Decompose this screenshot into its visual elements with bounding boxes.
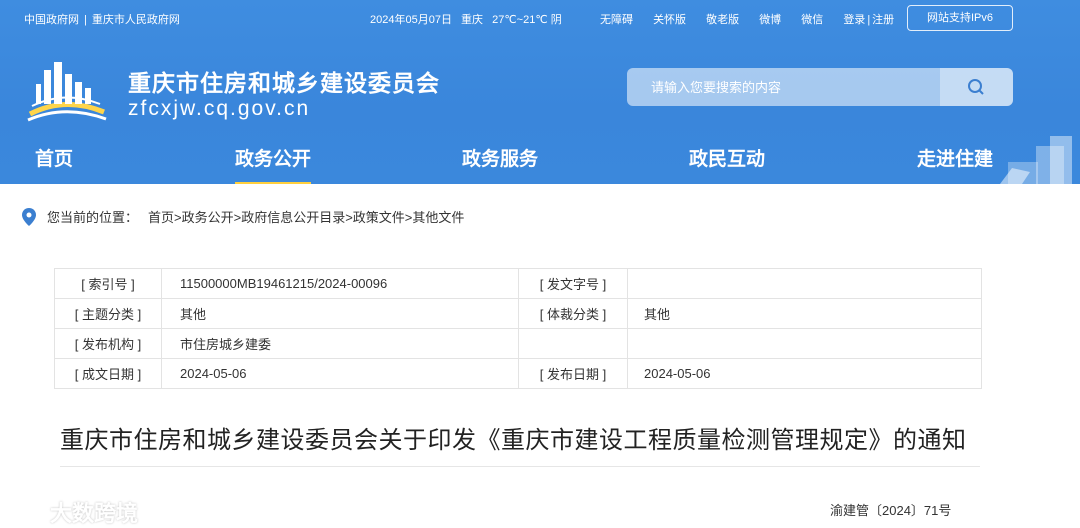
accessibility-link[interactable]: 无障碍: [600, 14, 633, 26]
topic-category-label: [ 主题分类 ]: [54, 298, 162, 329]
genre-category-label: [ 体裁分类 ]: [518, 298, 628, 329]
site-domain: zfcxjw.cq.gov.cn: [128, 97, 311, 120]
table-row: [ 主题分类 ] 其他 [ 体裁分类 ] 其他: [54, 298, 982, 329]
date-weather: 2024年05月07日 重庆 27℃~21℃ 阴: [370, 11, 568, 27]
site-logo-icon[interactable]: [22, 56, 108, 122]
page: 中国政府网 | 重庆市人民政府网 2024年05月07日 重庆 27℃~21℃ 阴 …: [0, 0, 1080, 528]
written-date-label: [ 成文日期 ]: [54, 358, 162, 389]
breadcrumb-path[interactable]: 首页>政务公开>政府信息公开目录>政策文件>其他文件: [148, 210, 464, 225]
doc-number-value: [627, 268, 982, 299]
nav-gov-services[interactable]: 政务服务: [462, 144, 538, 171]
title-divider: [60, 466, 980, 467]
document-info-table: [ 索引号 ] 11500000MB19461215/2024-00096 [ …: [54, 268, 982, 389]
search-icon: [968, 79, 984, 95]
doc-number-label: [ 发文字号 ]: [518, 268, 628, 299]
link-cq-gov[interactable]: 重庆市人民政府网: [92, 14, 180, 26]
link-gov-cn[interactable]: 中国政府网: [24, 14, 79, 26]
publisher-label: [ 发布机构 ]: [54, 328, 162, 359]
index-number-value: 11500000MB19461215/2024-00096: [161, 268, 519, 299]
ipv6-badge[interactable]: 网站支持IPv6: [907, 5, 1013, 31]
table-row: [ 成文日期 ] 2024-05-06 [ 发布日期 ] 2024-05-06: [54, 358, 982, 389]
watermark-logo-icon: [11, 498, 46, 521]
site-title[interactable]: 重庆市住房和城乡建设委员会: [128, 64, 440, 98]
nav-public-interaction[interactable]: 政民互动: [689, 144, 765, 171]
empty-value-cell: [627, 328, 982, 359]
breadcrumb-label: 您当前的位置：: [47, 210, 139, 225]
top-links: 中国政府网 | 重庆市人民政府网: [24, 11, 180, 27]
weather-text: 27℃~21℃ 阴: [492, 14, 562, 26]
table-row: [ 索引号 ] 11500000MB19461215/2024-00096 [ …: [54, 268, 982, 299]
document-title: 重庆市住房和城乡建设委员会关于印发《重庆市建设工程质量检测管理规定》的通知: [60, 427, 967, 454]
topic-category-value: 其他: [161, 298, 519, 329]
site-header: 中国政府网 | 重庆市人民政府网 2024年05月07日 重庆 27℃~21℃ 阴 …: [0, 0, 1080, 184]
top-links-separator: |: [84, 14, 87, 26]
search-box: [627, 68, 1013, 106]
publish-date-label: [ 发布日期 ]: [518, 358, 628, 389]
empty-label-cell: [518, 328, 628, 359]
search-input[interactable]: [627, 68, 940, 106]
current-date: 2024年05月07日: [370, 14, 452, 26]
publish-date-value: 2024-05-06: [627, 358, 982, 389]
login-link[interactable]: 登录: [843, 14, 865, 26]
city-name: 重庆: [461, 14, 484, 26]
weibo-link[interactable]: 微博: [759, 14, 781, 26]
search-button[interactable]: [940, 68, 1013, 106]
index-number-label: [ 索引号 ]: [54, 268, 162, 299]
nav-home[interactable]: 首页: [35, 144, 73, 171]
location-pin-icon: [22, 208, 36, 226]
elderly-mode-link[interactable]: 敬老版: [706, 14, 739, 26]
main-nav: 首页 政务公开 政务服务 政民互动 走进住建: [0, 144, 1080, 184]
written-date-value: 2024-05-06: [161, 358, 519, 389]
care-mode-link[interactable]: 关怀版: [653, 14, 686, 26]
watermark: 大数跨境: [8, 494, 138, 526]
wechat-link[interactable]: 微信: [801, 14, 823, 26]
document-number: 渝建管〔2024〕71号: [830, 503, 952, 518]
genre-category-value: 其他: [627, 298, 982, 329]
top-toolbar: 无障碍 关怀版 敬老版 微博 微信 登录 | 注册: [600, 11, 911, 27]
breadcrumb: 您当前的位置： 首页>政务公开>政府信息公开目录>政策文件>其他文件: [22, 207, 464, 226]
watermark-text: 大数跨境: [50, 501, 139, 526]
register-link[interactable]: 注册: [872, 14, 894, 26]
publisher-value: 市住房城乡建委: [161, 328, 519, 359]
nav-about[interactable]: 走进住建: [917, 144, 993, 171]
buildings-decoration-icon: [1000, 136, 1072, 184]
login-separator: |: [867, 14, 871, 26]
table-row: [ 发布机构 ] 市住房城乡建委: [54, 328, 982, 359]
nav-gov-affairs-open[interactable]: 政务公开: [235, 144, 312, 184]
